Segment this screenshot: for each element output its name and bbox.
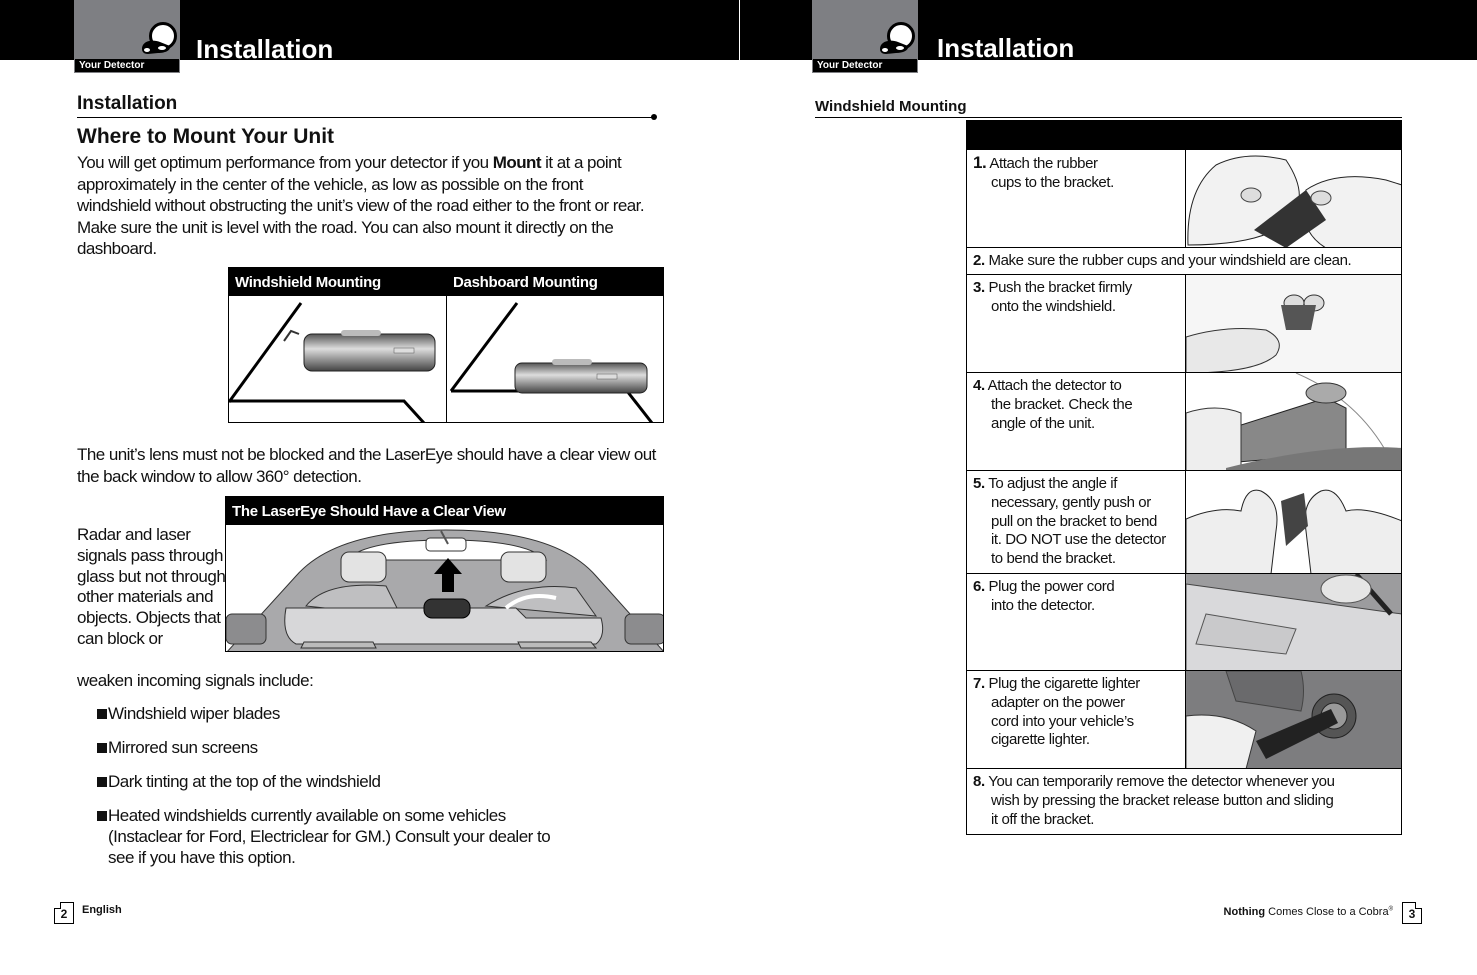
header-title: Installation (196, 34, 334, 64)
step-row: 8. You can temporarily remove the detect… (967, 768, 1401, 834)
step-row: 5. To adjust the angle if necessary, gent… (967, 470, 1401, 573)
step-number: 1. (973, 153, 987, 172)
step-number: 3. (973, 279, 985, 296)
dashboard-mount-illustration (449, 302, 654, 422)
intro-paragraph: You will get optimum performance from yo… (77, 152, 657, 260)
blocking-objects-list: Windshield wiper blades Mirrored sun scr… (97, 703, 617, 881)
dashboard-mounting-panel: Dashboard Mounting (446, 268, 663, 422)
step-number: 5. (973, 475, 985, 492)
detector-icon (142, 22, 177, 54)
page-number: 2 (54, 902, 74, 924)
dashboard-mounting-label: Dashboard Mounting (447, 268, 663, 296)
step-row: 1. Attach the rubber cups to the bracket. (967, 149, 1401, 247)
step-row: 6. Plug the power cord into the detector. (967, 573, 1401, 670)
subsection-title: Where to Mount Your Unit (77, 125, 335, 148)
step-row: 7. Plug the cigarette lighter adapter on … (967, 670, 1401, 768)
lasereye-figure-label: The LaserEye Should Have a Clear View (226, 497, 663, 525)
square-bullet-icon (97, 811, 107, 821)
hands-attaching-cups-image (1185, 150, 1401, 247)
lens-paragraph: The unit’s lens must not be blocked and … (77, 445, 656, 486)
windshield-mounting-label: Windshield Mounting (229, 268, 447, 296)
intro-text: You will get optimum performance from yo… (77, 153, 493, 172)
section-tab-left: Your Detector (74, 0, 180, 73)
section-title: Installation (77, 93, 178, 114)
step-number: 4. (973, 377, 985, 394)
windshield-mounting-panel: Windshield Mounting (229, 268, 447, 422)
step-row: 2. Make sure the rubber cups and your wi… (967, 247, 1401, 274)
lasereye-figure: The LaserEye Should Have a Clear View (225, 496, 664, 652)
detector-icon (880, 22, 915, 54)
section-title: Windshield Mounting (815, 98, 967, 115)
tab-label: Your Detector (74, 59, 180, 73)
power-cord-plug-image (1185, 574, 1401, 670)
header-title: Installation (937, 33, 1075, 63)
steps-header-bar (967, 120, 1401, 149)
footer-language: English (82, 904, 122, 916)
list-item: Mirrored sun screens (97, 737, 617, 758)
step-number: 2. (973, 252, 985, 269)
list-item: Windshield wiper blades (97, 703, 617, 724)
step-number: 8. (973, 773, 985, 790)
section-divider (77, 117, 653, 118)
installation-steps-table: 1. Attach the rubber cups to the bracket.… (966, 120, 1402, 835)
square-bullet-icon (97, 743, 107, 753)
footer-tagline: Nothing Comes Close to a Cobra® (1223, 906, 1393, 918)
hand-pushing-bracket-image (1185, 275, 1401, 372)
list-item: Dark tinting at the top of the windshiel… (97, 771, 617, 792)
page-number: 3 (1402, 902, 1422, 924)
list-item: Heated windshields currently available o… (97, 805, 567, 868)
cigarette-lighter-plug-image (1185, 671, 1401, 768)
square-bullet-icon (97, 777, 107, 787)
mounting-figure: Windshield Mounting Dashboard Mounting (228, 267, 664, 423)
hands-bending-bracket-image (1185, 471, 1401, 573)
windshield-mount-illustration (229, 302, 436, 422)
step-number: 7. (973, 675, 985, 692)
square-bullet-icon (97, 709, 107, 719)
step-row: 4. Attach the detector to the bracket. Ch… (967, 372, 1401, 470)
divider-dot (651, 114, 657, 120)
intro-bold-term: Mount (492, 153, 542, 172)
radar-paragraph-tail: weaken incoming signals include: (77, 671, 314, 690)
step-number: 6. (973, 578, 985, 595)
tab-label: Your Detector (812, 59, 918, 73)
step-row: 3. Push the bracket firmly onto the winds… (967, 274, 1401, 372)
car-interior-illustration (226, 529, 663, 651)
section-tab-right: Your Detector (812, 0, 918, 73)
section-divider (815, 117, 1402, 118)
detector-on-bracket-image (1185, 373, 1401, 470)
radar-paragraph: Radar and laser signals pass through gla… (77, 525, 226, 648)
